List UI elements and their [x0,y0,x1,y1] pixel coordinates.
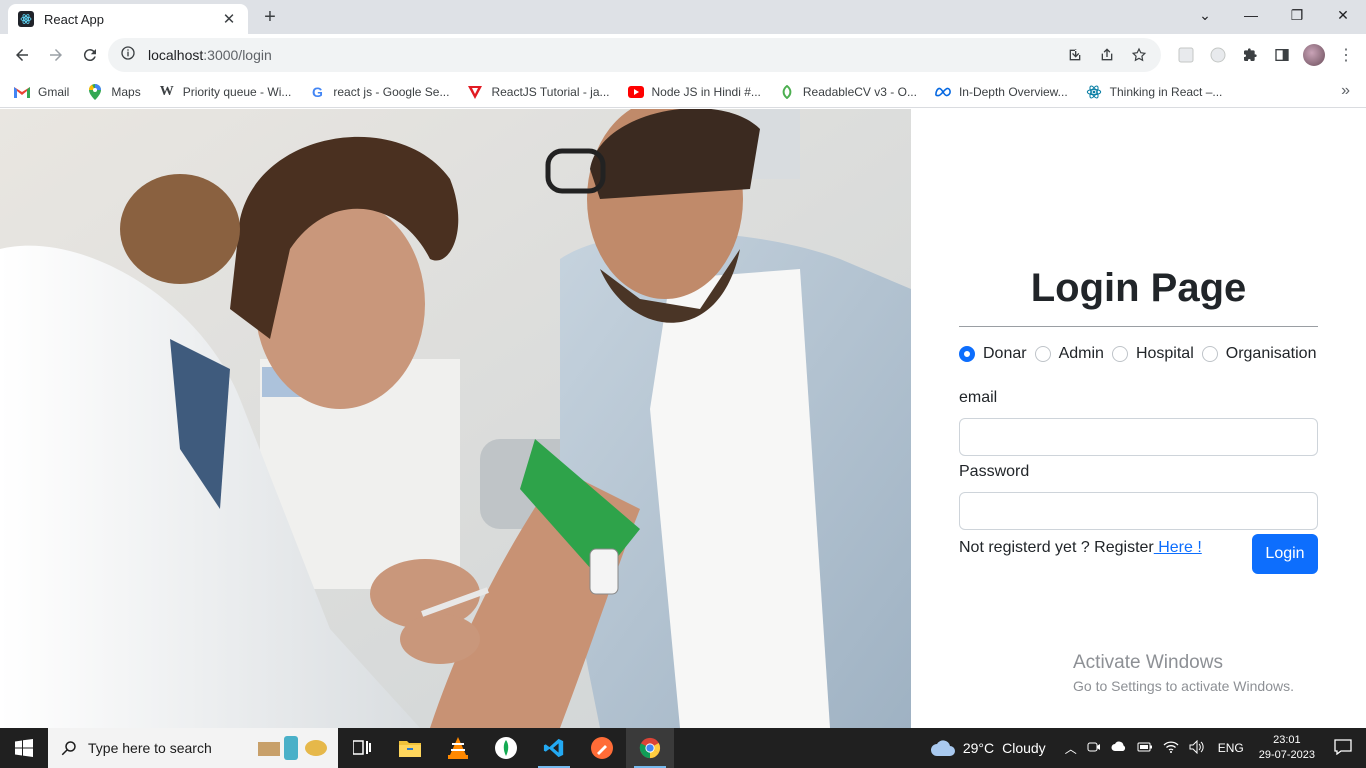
extension-grid-icon[interactable] [1170,39,1202,71]
meta-icon [935,84,951,100]
email-label: email [959,389,998,406]
bookmark-priority-queue[interactable]: W Priority queue - Wi... [159,84,292,100]
browser-toolbar: localhost:3000/login [0,34,1366,76]
browser-tabstrip: React App ✕ + ⌄ — ❐ ✕ [0,0,1366,34]
windows-logo-icon [15,739,33,757]
bookmark-gmail[interactable]: Gmail [14,84,69,100]
bookmarks-bar: Gmail Maps W Priority queue - Wi... G re… [0,76,1366,108]
role-option-organisation[interactable]: Organisation [1201,345,1316,363]
minimize-button[interactable]: — [1228,0,1274,30]
vscode-icon[interactable] [530,728,578,768]
weather-widget[interactable]: 29°C Cloudy [930,739,1046,757]
chrome-icon[interactable] [626,728,674,768]
windows-taskbar: Type here to search 29°C Cloudy ︿ ENG 23… [0,728,1366,768]
bookmark-reactjs-tutorial[interactable]: ReactJS Tutorial - ja... [467,84,610,100]
bookmark-thinking-in-react[interactable]: Thinking in React –... [1086,84,1222,100]
extensions-puzzle-icon[interactable] [1234,39,1266,71]
show-hidden-icons-icon[interactable]: ︿ [1065,740,1077,757]
cloud-icon [930,740,955,756]
install-app-icon[interactable] [1059,39,1091,71]
bookmark-in-depth-overview[interactable]: In-Depth Overview... [935,84,1068,100]
bookmark-maps[interactable]: Maps [87,83,141,100]
url-text: localhost:3000/login [148,47,272,63]
gmail-icon [14,84,30,100]
register-prompt: Not registerd yet ? Register Here ! [959,539,1202,556]
login-button[interactable]: Login [1252,534,1318,574]
taskbar-clock[interactable]: 23:01 29-07-2023 [1259,733,1315,763]
close-window-button[interactable]: ✕ [1320,0,1366,30]
back-button[interactable] [6,39,38,71]
google-icon: G [311,83,323,100]
password-field[interactable] [959,492,1318,530]
file-explorer-icon[interactable] [386,728,434,768]
page-title: Login Page [1030,266,1247,310]
bookmark-readablecv[interactable]: ReadableCV v3 - O... [779,84,917,100]
task-view-icon[interactable] [338,728,386,768]
extension-circle-icon[interactable] [1202,39,1234,71]
activate-windows-watermark: Activate Windows Go to Settings to activ… [1073,652,1294,694]
notification-icon[interactable] [1334,738,1352,758]
role-option-admin[interactable]: Admin [1034,345,1104,363]
new-tab-button[interactable]: + [258,5,282,29]
page-content: Login Page Donar Admin Hospital Organisa… [0,109,1366,728]
title-divider [959,326,1318,327]
react-icon [1086,84,1102,100]
start-button[interactable] [0,728,48,768]
side-panel-icon[interactable] [1266,39,1298,71]
react-favicon-icon [18,11,34,27]
bookmark-star-icon[interactable] [1123,39,1155,71]
forward-button[interactable] [40,39,72,71]
role-option-donar[interactable]: Donar [959,345,1027,363]
more-bookmarks-button[interactable]: » [1341,82,1350,100]
tab-search-icon[interactable]: ⌄ [1182,0,1228,30]
volume-icon[interactable] [1189,739,1205,757]
maps-icon [87,83,103,100]
taskbar-search[interactable]: Type here to search [48,728,338,768]
chrome-menu-icon[interactable]: ⋮ [1330,39,1362,71]
language-indicator[interactable]: ENG [1218,741,1244,755]
role-selector: Donar Admin Hospital Organisation [959,345,1318,363]
system-tray: 29°C Cloudy ︿ ENG 23:01 29-07-2023 [930,728,1366,768]
radio-hospital[interactable] [1111,346,1128,362]
address-bar[interactable]: localhost:3000/login [108,38,1161,72]
close-tab-icon[interactable]: ✕ [220,10,238,28]
profile-avatar[interactable] [1303,44,1325,66]
meet-now-icon[interactable] [1087,740,1101,757]
password-label: Password [959,463,1030,480]
wifi-icon[interactable] [1163,740,1179,756]
bookmark-node-js-hindi[interactable]: Node JS in Hindi #... [627,84,761,100]
readablecv-icon [779,84,795,100]
youtube-icon [627,84,644,100]
wikipedia-icon: W [159,83,174,99]
tab-title: React App [44,11,104,27]
radio-donar[interactable] [959,346,975,362]
blood-donation-photo [0,109,911,728]
mongodb-compass-icon[interactable] [482,728,530,768]
battery-icon[interactable] [1137,741,1153,756]
reload-button[interactable] [74,39,106,71]
radio-admin[interactable] [1034,346,1051,362]
search-highlight-icon [256,734,330,762]
postman-icon[interactable] [578,728,626,768]
tab-react-app[interactable]: React App ✕ [8,4,248,34]
vlc-icon[interactable] [434,728,482,768]
register-link[interactable]: Here ! [1154,539,1202,556]
search-icon [61,741,76,756]
onedrive-icon[interactable] [1111,741,1127,755]
restore-button[interactable]: ❐ [1274,0,1320,30]
site-info-icon[interactable] [120,45,136,66]
javatpoint-icon [467,84,483,100]
radio-organisation[interactable] [1201,346,1218,362]
share-icon[interactable] [1091,39,1123,71]
email-field[interactable] [959,418,1318,456]
bookmark-react-js-google[interactable]: G react js - Google Se... [309,83,450,100]
role-option-hospital[interactable]: Hospital [1111,345,1194,363]
